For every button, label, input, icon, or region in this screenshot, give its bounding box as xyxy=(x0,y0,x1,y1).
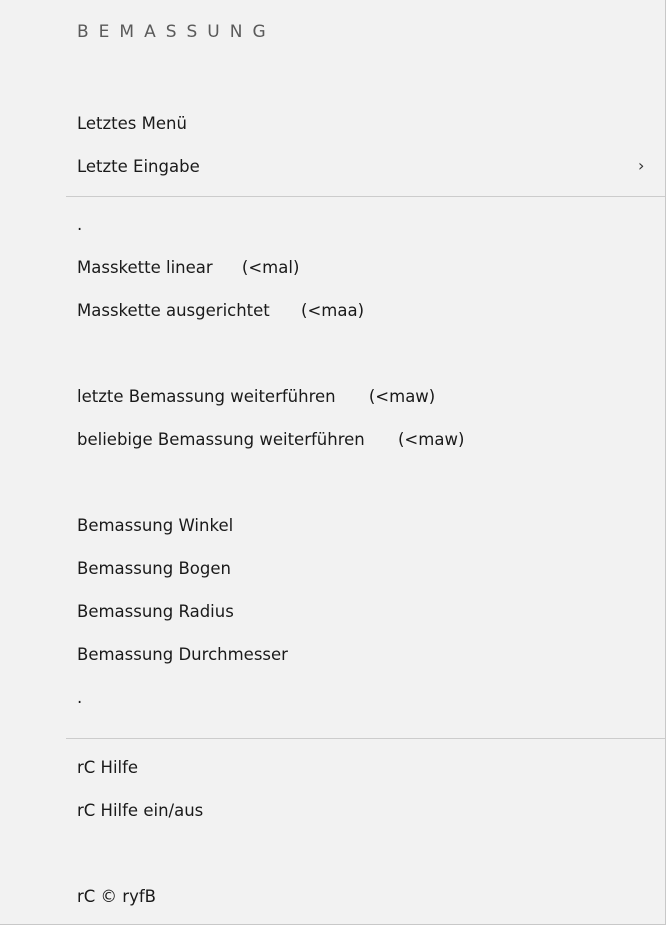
menu-separator xyxy=(66,196,665,197)
menu-item-bemassung-winkel[interactable]: Bemassung Winkel xyxy=(77,515,233,537)
menu-item-label: letzte Bemassung weiterführen xyxy=(77,387,336,406)
context-menu: BEMASSUNG Letztes Menü Letzte Eingabe › … xyxy=(0,0,666,925)
menu-item-label: Bemassung Radius xyxy=(77,602,234,621)
menu-item-label: Masskette ausgerichtet xyxy=(77,301,270,320)
menu-item-shortcut: (<maw) xyxy=(368,387,436,406)
menu-item-shortcut: (<mal) xyxy=(241,258,300,277)
menu-item-letztes-menue[interactable]: Letztes Menü xyxy=(77,113,187,135)
menu-item-label: Letztes Menü xyxy=(77,114,187,133)
chevron-right-icon: › xyxy=(638,156,645,175)
menu-item-rc-ryfb[interactable]: rC © ryfB xyxy=(77,886,156,908)
menu-item-label: . xyxy=(77,215,83,234)
menu-item-label: rC Hilfe xyxy=(77,758,139,777)
menu-item-masskette-ausgerichtet[interactable]: Masskette ausgerichtet (<maa) xyxy=(77,300,364,322)
menu-item-label: . xyxy=(77,688,83,707)
menu-item-rc-hilfe[interactable]: rC Hilfe xyxy=(77,757,138,779)
menu-item-rc-hilfe-ein-aus[interactable]: rC Hilfe ein/aus xyxy=(77,800,203,822)
menu-separator xyxy=(66,738,665,739)
menu-item-label: Bemassung Bogen xyxy=(77,559,231,578)
menu-item-letzte-bemassung-weiterfuehren[interactable]: letzte Bemassung weiterführen (<maw) xyxy=(77,386,435,408)
menu-item-beliebige-bemassung-weiterfuehren[interactable]: beliebige Bemassung weiterführen (<maw) xyxy=(77,429,464,451)
menu-item-letzte-eingabe[interactable]: Letzte Eingabe xyxy=(77,156,657,178)
menu-item-dot[interactable]: . xyxy=(77,687,82,709)
menu-item-label: rC Hilfe ein/aus xyxy=(77,801,204,820)
menu-item-bemassung-radius[interactable]: Bemassung Radius xyxy=(77,601,234,623)
menu-item-label: Letzte Eingabe xyxy=(77,157,200,176)
menu-item-shortcut: (<maw) xyxy=(398,430,465,449)
menu-item-label: Bemassung Durchmesser xyxy=(77,645,288,664)
menu-item-dot[interactable]: . xyxy=(77,214,82,236)
menu-item-bemassung-durchmesser[interactable]: Bemassung Durchmesser xyxy=(77,644,288,666)
menu-item-label: Masskette linear xyxy=(77,258,213,277)
menu-item-label: rC © ryfB xyxy=(77,887,156,906)
menu-item-bemassung-bogen[interactable]: Bemassung Bogen xyxy=(77,558,231,580)
menu-item-shortcut: (<maa) xyxy=(301,301,365,320)
menu-item-label: Bemassung Winkel xyxy=(77,516,234,535)
menu-item-label: beliebige Bemassung weiterführen xyxy=(77,430,365,449)
menu-item-masskette-linear[interactable]: Masskette linear (<mal) xyxy=(77,257,299,279)
menu-header: BEMASSUNG xyxy=(77,22,276,42)
